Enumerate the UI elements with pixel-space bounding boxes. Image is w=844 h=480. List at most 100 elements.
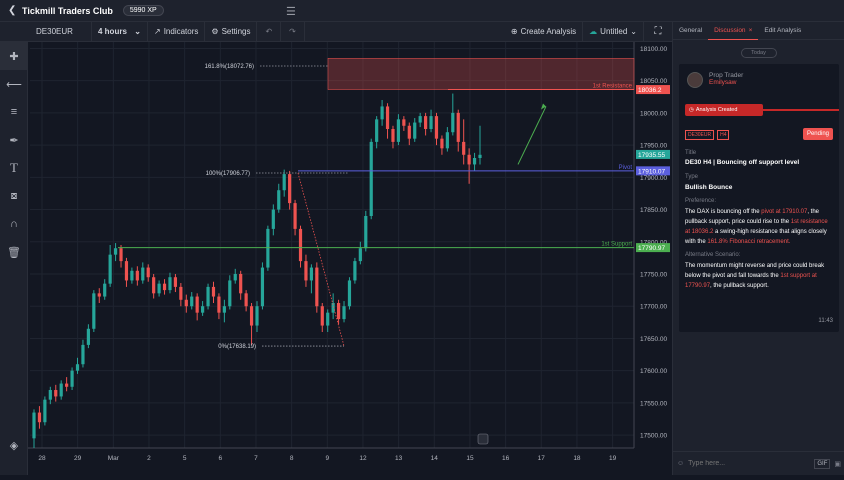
candle-body <box>48 390 52 400</box>
candlestick-chart[interactable]: 17500.00 17550.00 17600.00 17650.00 17700.00… <box>28 42 672 475</box>
candle-body <box>260 267 265 307</box>
candle-body <box>179 286 183 300</box>
close-icon[interactable]: × <box>749 27 753 34</box>
fullscreen-icon: ⛶ <box>654 26 662 37</box>
x-tick-label: 13 <box>395 455 403 462</box>
candle-body <box>413 122 417 139</box>
y-tick-label: 18100.00 <box>640 46 667 53</box>
tool-fib[interactable]: ≡ <box>0 98 28 126</box>
candle-body <box>304 261 308 281</box>
layout-selector[interactable]: ☁ Untitled ⌄ <box>583 21 644 42</box>
created-label: ◷ Analysis Created <box>685 104 763 116</box>
tab-label: General <box>679 27 703 34</box>
y-tick-label: 17750.00 <box>640 272 667 279</box>
tab-label: Edit Analysis <box>764 27 802 34</box>
candle-body <box>402 119 406 126</box>
title-label: Title <box>685 150 697 156</box>
emoji-icon[interactable]: ☺ <box>677 460 684 467</box>
image-icon[interactable]: ▣ <box>834 460 841 468</box>
fib-level-label: 100%(17906.77) <box>206 171 250 177</box>
symbol-label: DE30EUR <box>36 27 73 36</box>
tool-layers[interactable]: ◈ <box>0 431 28 459</box>
candle-body <box>81 344 85 365</box>
pattern-icon: ⧇ <box>10 189 18 202</box>
x-tick-label: 16 <box>502 455 510 462</box>
level-price-label: 18036.2 <box>638 87 662 94</box>
candle-body <box>152 277 156 294</box>
candle-body <box>146 267 150 278</box>
gif-button[interactable]: GIF <box>814 458 831 469</box>
x-tick-label: 18 <box>573 455 581 462</box>
chevron-down-icon: ⌄ <box>630 27 637 36</box>
fib-level-label: 161.8%(18072.76) <box>205 64 254 70</box>
back-arrow-icon[interactable]: ❮ <box>8 5 18 16</box>
candle-body <box>396 119 401 142</box>
candle-body <box>113 248 118 255</box>
tool-horizontal-line[interactable]: ⟵ <box>0 70 28 98</box>
analysis-card: Prop Trader Emilysaw ◷ Analysis Created D… <box>679 64 839 332</box>
tab-general[interactable]: General <box>673 22 708 40</box>
candle-body <box>108 254 112 284</box>
settings-label: Settings <box>221 27 251 36</box>
x-tick-label: 15 <box>466 455 474 462</box>
y-tick-label: 18000.00 <box>640 110 667 117</box>
candle-body <box>43 399 47 423</box>
candle-body <box>445 132 449 149</box>
tool-magnet[interactable]: ∩ <box>0 210 28 238</box>
tool-brush[interactable]: ✒ <box>0 126 28 154</box>
created-line <box>763 109 839 111</box>
avatar[interactable] <box>687 72 703 88</box>
candle-body <box>130 270 134 281</box>
candle-body <box>59 383 63 397</box>
candle-body <box>440 138 444 149</box>
candle-body <box>162 283 167 291</box>
fullscreen-button[interactable]: ⛶ <box>644 22 672 42</box>
candle-body <box>97 293 101 297</box>
indicators-button[interactable]: ↗ Indicators <box>148 21 206 42</box>
y-tick-label: 17700.00 <box>640 304 667 311</box>
tab-label: Discussion <box>714 26 746 34</box>
title-value: DE30 H4 | Bouncing off support level <box>685 159 800 166</box>
x-tick-label: 8 <box>290 455 294 462</box>
interval-selector[interactable]: 4 hours ⌄ <box>92 21 148 42</box>
redo-button[interactable]: ↷ <box>281 21 305 42</box>
candle-body <box>429 116 433 129</box>
candle-body <box>266 228 270 268</box>
settings-button[interactable]: ⚙ Settings <box>205 21 258 42</box>
date-divider: Today <box>740 48 777 58</box>
candle-body <box>336 303 341 320</box>
undo-button[interactable]: ↶ <box>257 21 282 42</box>
candle-body <box>211 286 216 297</box>
interval-label: 4 hours <box>98 27 127 36</box>
tab-discussion[interactable]: Discussion × <box>708 22 759 40</box>
candle-body <box>75 364 80 371</box>
pref-text: The DAX is bouncing off the <box>685 209 762 215</box>
candle-body <box>32 412 36 439</box>
create-analysis-button[interactable]: ⊕ Create Analysis <box>505 21 584 42</box>
hamburger-menu-icon[interactable]: ☰ <box>286 5 296 18</box>
candle-body <box>288 174 292 204</box>
status-badge: Pending <box>802 128 833 140</box>
price-chart[interactable]: 17500.00 17550.00 17600.00 17650.00 17700.00… <box>28 42 672 475</box>
tab-edit-analysis[interactable]: Edit Analysis <box>758 22 807 40</box>
tool-trash[interactable]: 🗑 <box>0 238 28 266</box>
candle-body <box>375 119 379 142</box>
candle-body <box>385 106 390 129</box>
tool-text[interactable]: T <box>0 154 28 182</box>
app-title: Tickmill Traders Club <box>22 5 113 16</box>
x-tick-label: Mar <box>108 455 120 462</box>
screenshot-icon <box>477 433 489 445</box>
type-label: Type <box>685 174 699 180</box>
symbol-selector[interactable]: DE30EUR <box>0 21 92 42</box>
y-tick-label: 17900.00 <box>640 175 667 182</box>
tool-pattern[interactable]: ⧇ <box>0 182 28 210</box>
y-tick-label: 18050.00 <box>640 78 667 85</box>
candle-body <box>315 267 319 307</box>
chat-input[interactable] <box>688 460 815 467</box>
candle-body <box>472 158 477 165</box>
candle-body <box>478 154 482 158</box>
candle-body <box>462 141 466 155</box>
tool-crosshair[interactable]: ✚ <box>0 42 28 70</box>
candle-body <box>353 261 357 281</box>
author-name[interactable]: Emilysaw <box>709 79 743 86</box>
